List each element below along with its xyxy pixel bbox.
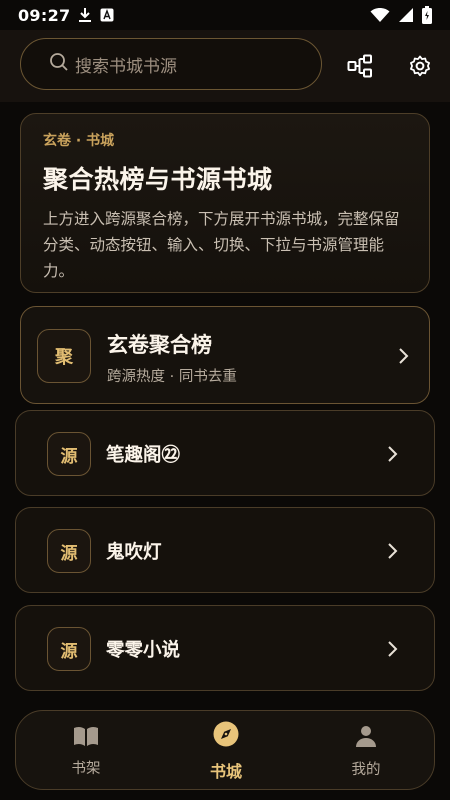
- download-icon: [78, 7, 92, 23]
- source-badge: 源: [47, 432, 91, 476]
- chevron-right-icon: [388, 446, 398, 462]
- source-card[interactable]: 源 笔趣阁㉒: [15, 410, 435, 496]
- search-placeholder: 搜索书城书源: [75, 56, 177, 77]
- nav-label-bookshelf: 书架: [71, 760, 101, 777]
- compass-icon: [212, 720, 240, 752]
- battery-icon: [422, 6, 432, 24]
- status-time: 09:27: [18, 5, 71, 25]
- font-a-icon: [100, 8, 114, 22]
- flow-icon[interactable]: [346, 52, 374, 80]
- book-open-icon: [73, 725, 99, 751]
- wifi-icon: [370, 7, 390, 23]
- hero-description: 上方进入跨源聚合榜，下方展开书源书城，完整保留分类、动态按钮、输入、切换、下拉与…: [43, 210, 400, 280]
- aggregate-ranking-card[interactable]: 聚 玄卷聚合榜 跨源热度 · 同书去重: [20, 306, 430, 404]
- status-left: 09:27: [18, 6, 114, 25]
- bottom-nav: 书架 书城 我的: [15, 710, 435, 790]
- aggregate-badge: 聚: [37, 329, 91, 383]
- search-input[interactable]: 搜索书城书源: [20, 38, 322, 90]
- aggregate-title: 玄卷聚合榜: [107, 333, 212, 357]
- source-card[interactable]: 源 鬼吹灯: [15, 507, 435, 593]
- nav-item-bookstore[interactable]: 书城: [176, 711, 276, 791]
- source-title: 鬼吹灯: [106, 542, 162, 563]
- status-bar: 09:27: [0, 0, 450, 30]
- search-icon: [49, 52, 69, 76]
- hero-tag: 玄卷 · 书城: [43, 133, 115, 149]
- nav-item-profile[interactable]: 我的: [316, 711, 416, 791]
- nav-label-bookstore: 书城: [209, 762, 242, 781]
- chevron-right-icon: [399, 348, 409, 364]
- hero-title: 聚合热榜与书源书城: [43, 165, 273, 194]
- top-bar: 搜索书城书源: [0, 30, 450, 102]
- status-right: [370, 6, 432, 24]
- source-title: 零零小说: [106, 640, 181, 661]
- hero-card: 玄卷 · 书城 聚合热榜与书源书城 上方进入跨源聚合榜，下方展开书源书城，完整保…: [20, 113, 430, 293]
- chevron-right-icon: [388, 543, 398, 559]
- source-badge: 源: [47, 627, 91, 671]
- aggregate-subtitle: 跨源热度 · 同书去重: [107, 369, 237, 385]
- source-badge: 源: [47, 529, 91, 573]
- nav-item-bookshelf[interactable]: 书架: [36, 711, 136, 791]
- nav-label-profile: 我的: [351, 761, 381, 778]
- signal-icon: [398, 7, 414, 23]
- source-title: 笔趣阁㉒: [106, 445, 181, 466]
- person-icon: [354, 724, 378, 752]
- settings-icon[interactable]: [406, 52, 434, 80]
- source-card[interactable]: 源 零零小说: [15, 605, 435, 691]
- chevron-right-icon: [388, 641, 398, 657]
